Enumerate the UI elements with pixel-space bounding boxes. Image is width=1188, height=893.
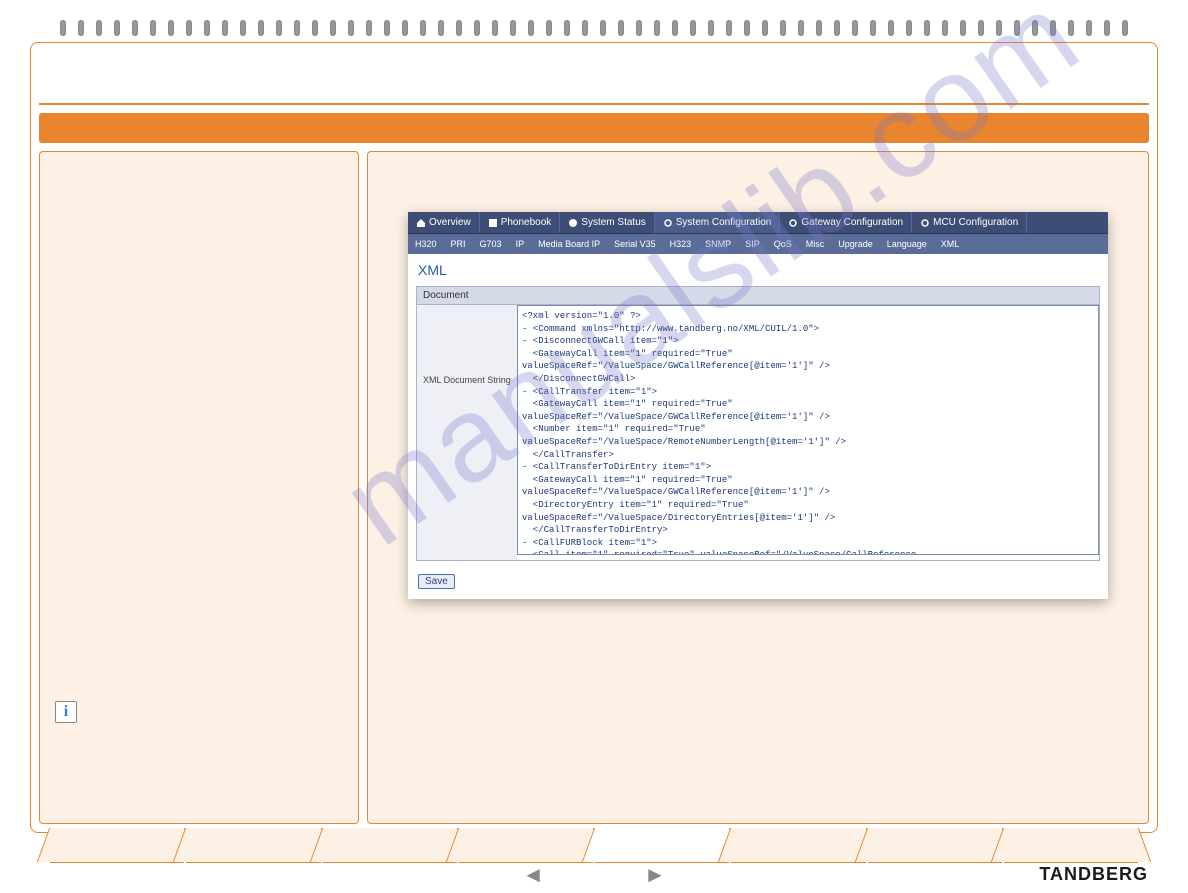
subtab-pri[interactable]: PRI [444,236,473,252]
header-space [39,43,1149,105]
tab-phonebook[interactable]: Phonebook [480,212,561,233]
bottom-tab-4[interactable] [459,828,593,863]
tab-label: System Status [581,217,645,228]
tab-label: System Configuration [676,217,772,228]
tab-label: Gateway Configuration [801,217,903,228]
subtab-serial-v35[interactable]: Serial V35 [607,236,663,252]
xml-content-wrapper [517,305,1099,560]
bottom-tab-6[interactable] [731,828,865,863]
subtab-upgrade[interactable]: Upgrade [831,236,880,252]
bottom-tab-2[interactable] [186,828,320,863]
subtab-g703[interactable]: G703 [473,236,509,252]
subtab-qos[interactable]: QoS [767,236,799,252]
gear-icon [920,218,930,228]
spiral-binding [0,20,1188,40]
section-heading: XML [408,254,1108,286]
subtab-xml[interactable]: XML [934,236,967,252]
tab-label: MCU Configuration [933,217,1018,228]
document-section: Document XML Document String [416,286,1100,561]
bottom-tab-1[interactable] [50,828,184,863]
book-icon [488,218,498,228]
page-nav: ◄ ► [522,862,666,888]
tab-system-status[interactable]: System Status [560,212,654,233]
sub-nav-tabs: H320 PRI G703 IP Media Board IP Serial V… [408,234,1108,254]
prev-page-arrow[interactable]: ◄ [522,862,544,888]
gear-icon [788,218,798,228]
bottom-tab-8[interactable] [1004,828,1138,863]
save-area: Save [408,561,1108,599]
tab-system-configuration[interactable]: System Configuration [655,212,781,233]
subtab-sip[interactable]: SIP [738,236,767,252]
tab-label: Overview [429,217,471,228]
subtab-snmp[interactable]: SNMP [698,236,738,252]
subtab-media-board-ip[interactable]: Media Board IP [531,236,607,252]
brand-logo: TANDBERG [1039,864,1148,885]
main-nav-tabs: Overview Phonebook System Status [408,212,1108,234]
next-page-arrow[interactable]: ► [644,862,666,888]
gear-icon [663,218,673,228]
embedded-screenshot: Overview Phonebook System Status [408,212,1108,599]
bottom-tab-7[interactable] [868,828,1002,863]
home-icon [416,218,426,228]
tab-gateway-configuration[interactable]: Gateway Configuration [780,212,912,233]
right-screenshot-panel: Overview Phonebook System Status [367,151,1149,824]
document-body: XML Document String [416,305,1100,561]
subtab-h323[interactable]: H323 [663,236,699,252]
subtab-h320[interactable]: H320 [408,236,444,252]
subtab-ip[interactable]: IP [509,236,532,252]
tab-label: Phonebook [501,217,552,228]
info-icon: i [55,701,77,723]
tab-overview[interactable]: Overview [408,212,480,233]
subtab-language[interactable]: Language [880,236,934,252]
status-icon [568,218,578,228]
subtab-misc[interactable]: Misc [799,236,832,252]
xml-field-label: XML Document String [417,305,517,560]
bottom-section-tabs [50,828,1138,863]
save-button[interactable]: Save [418,574,455,589]
left-info-panel: i [39,151,359,824]
bottom-tab-5[interactable] [595,828,729,863]
bottom-tab-3[interactable] [323,828,457,863]
tab-mcu-configuration[interactable]: MCU Configuration [912,212,1027,233]
content-area: i Overview Phonebook [31,151,1157,832]
section-title-bar [39,113,1149,143]
page-container: i Overview Phonebook [30,42,1158,833]
document-header: Document [416,286,1100,305]
xml-document-textarea[interactable] [517,305,1099,555]
